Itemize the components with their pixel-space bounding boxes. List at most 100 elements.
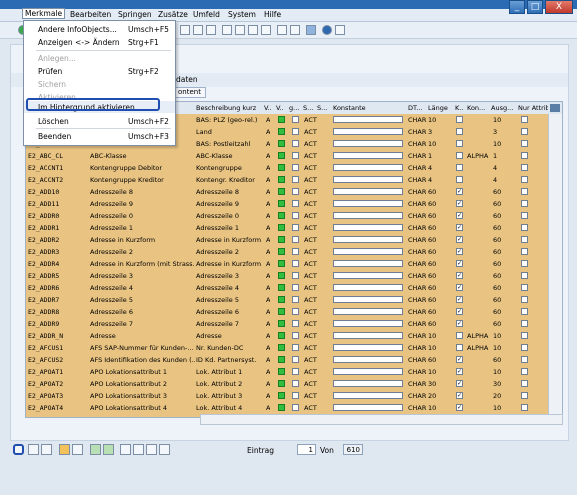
- menu-zusaetze[interactable]: Zusätze: [158, 10, 188, 19]
- next-icon[interactable]: [146, 444, 157, 455]
- previous-page-icon[interactable]: [235, 25, 245, 35]
- checkbox[interactable]: [292, 248, 299, 255]
- print-icon[interactable]: [180, 25, 190, 35]
- checkbox[interactable]: [292, 116, 299, 123]
- col-header-s1[interactable]: S...: [303, 104, 315, 112]
- find-icon[interactable]: [193, 25, 203, 35]
- col-header-k[interactable]: K..: [455, 104, 467, 112]
- checkbox[interactable]: [292, 392, 299, 399]
- checkbox[interactable]: [292, 332, 299, 339]
- checkbox[interactable]: ✓: [456, 308, 463, 315]
- attribute-only-checkbox[interactable]: [521, 272, 528, 279]
- col-header-ausg[interactable]: Ausg...: [491, 104, 515, 112]
- checkbox[interactable]: [292, 212, 299, 219]
- scissors-icon[interactable]: [72, 444, 83, 455]
- checkbox[interactable]: ✓: [456, 296, 463, 303]
- attribute-only-checkbox[interactable]: [521, 332, 528, 339]
- menu-system[interactable]: System: [228, 10, 256, 19]
- menu-item-delete[interactable]: Löschen Umsch+F2: [24, 115, 175, 127]
- cell-constant-input[interactable]: [333, 392, 403, 399]
- checkbox[interactable]: [456, 116, 463, 123]
- cell-constant-input[interactable]: [333, 272, 403, 279]
- maximize-button[interactable]: □: [527, 0, 543, 14]
- checkbox[interactable]: [292, 260, 299, 267]
- col-header-short[interactable]: Beschreibung kurz: [196, 104, 262, 112]
- horizontal-scrollbar[interactable]: [200, 414, 563, 425]
- col-header-v1[interactable]: V..: [264, 104, 276, 112]
- first-icon[interactable]: [120, 444, 131, 455]
- checkbox[interactable]: [292, 200, 299, 207]
- menu-item-exit[interactable]: Beenden Umsch+F3: [24, 130, 175, 142]
- tab-content[interactable]: ontent: [173, 87, 206, 98]
- cell-constant-input[interactable]: [333, 260, 403, 267]
- attribute-only-checkbox[interactable]: [521, 140, 528, 147]
- cell-constant-input[interactable]: [333, 200, 403, 207]
- checkbox[interactable]: [456, 344, 463, 351]
- attribute-only-checkbox[interactable]: [521, 248, 528, 255]
- checkbox[interactable]: ✓: [456, 224, 463, 231]
- attribute-only-checkbox[interactable]: [521, 380, 528, 387]
- menu-bearbeiten[interactable]: Bearbeiten: [70, 10, 111, 19]
- cell-constant-input[interactable]: [333, 236, 403, 243]
- checkbox[interactable]: [292, 308, 299, 315]
- checkbox[interactable]: [456, 176, 463, 183]
- checkbox[interactable]: [456, 164, 463, 171]
- cell-constant-input[interactable]: [333, 344, 403, 351]
- cell-constant-input[interactable]: [333, 368, 403, 375]
- customize-icon[interactable]: [335, 25, 345, 35]
- menu-item-check[interactable]: Prüfen Strg+F2: [24, 65, 175, 77]
- attribute-only-checkbox[interactable]: [521, 296, 528, 303]
- checkbox[interactable]: [292, 176, 299, 183]
- col-header-kon[interactable]: Kon...: [467, 104, 489, 112]
- checkbox[interactable]: [292, 152, 299, 159]
- checkbox[interactable]: [292, 284, 299, 291]
- checkbox[interactable]: [292, 296, 299, 303]
- attribute-only-checkbox[interactable]: [521, 212, 528, 219]
- checkbox[interactable]: ✓: [456, 248, 463, 255]
- attribute-only-checkbox[interactable]: [521, 236, 528, 243]
- col-header-s2[interactable]: S...: [317, 104, 329, 112]
- checkbox[interactable]: ✓: [456, 200, 463, 207]
- checkbox[interactable]: [292, 368, 299, 375]
- menu-springen[interactable]: Springen: [118, 10, 152, 19]
- attribute-only-checkbox[interactable]: [521, 284, 528, 291]
- menu-item-other-infoobjects[interactable]: Andere InfoObjects... Umsch+F5: [24, 23, 175, 35]
- attribute-only-checkbox[interactable]: [521, 368, 528, 375]
- cell-constant-input[interactable]: [333, 332, 403, 339]
- vertical-scrollbar[interactable]: [548, 114, 562, 417]
- delete-row-icon[interactable]: [103, 444, 114, 455]
- attribute-only-checkbox[interactable]: [521, 164, 528, 171]
- entry-input[interactable]: 1: [297, 444, 316, 455]
- details-icon[interactable]: [13, 444, 24, 455]
- checkbox[interactable]: [292, 272, 299, 279]
- cell-constant-input[interactable]: [333, 356, 403, 363]
- cell-constant-input[interactable]: [333, 224, 403, 231]
- attribute-only-checkbox[interactable]: [521, 224, 528, 231]
- cell-constant-input[interactable]: [333, 308, 403, 315]
- attribute-only-checkbox[interactable]: [521, 356, 528, 363]
- cell-constant-input[interactable]: [333, 380, 403, 387]
- checkbox[interactable]: [292, 404, 299, 411]
- menu-umfeld[interactable]: Umfeld: [193, 10, 220, 19]
- cell-constant-input[interactable]: [333, 116, 403, 123]
- checkbox[interactable]: ✓: [456, 260, 463, 267]
- cell-constant-input[interactable]: [333, 320, 403, 327]
- attribute-only-checkbox[interactable]: [521, 152, 528, 159]
- checkbox[interactable]: [456, 140, 463, 147]
- checkbox[interactable]: ✓: [456, 404, 463, 411]
- attribute-only-checkbox[interactable]: [521, 260, 528, 267]
- checkbox[interactable]: ✓: [456, 368, 463, 375]
- checkbox[interactable]: [292, 380, 299, 387]
- col-header-konstante[interactable]: Konstante: [333, 104, 393, 112]
- attribute-only-checkbox[interactable]: [521, 404, 528, 411]
- attribute-only-checkbox[interactable]: [521, 344, 528, 351]
- attribute-only-checkbox[interactable]: [521, 308, 528, 315]
- checkbox[interactable]: [292, 128, 299, 135]
- menu-merkmale[interactable]: Merkmale: [22, 8, 66, 19]
- col-header-v2[interactable]: V..: [276, 104, 288, 112]
- cell-constant-input[interactable]: [333, 284, 403, 291]
- checkbox[interactable]: ✓: [456, 272, 463, 279]
- attribute-only-checkbox[interactable]: [521, 320, 528, 327]
- column-config-icon[interactable]: [550, 104, 560, 112]
- checkbox[interactable]: [292, 344, 299, 351]
